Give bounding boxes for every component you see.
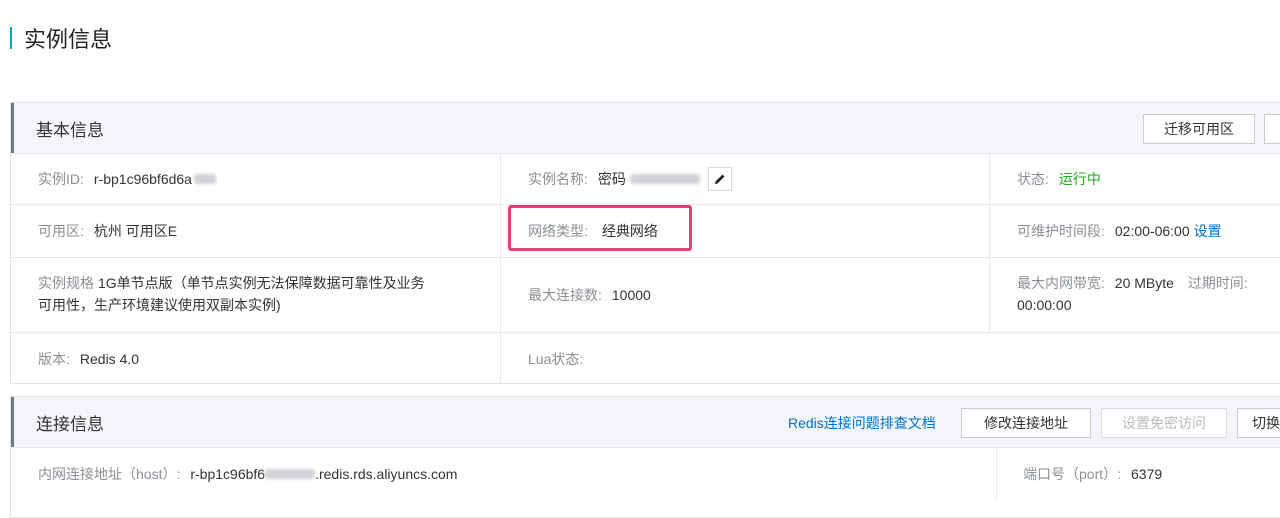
- troubleshoot-doc-link[interactable]: Redis连接问题排查文档: [788, 413, 936, 433]
- bandwidth-label: 最大内网带宽:: [1017, 275, 1105, 291]
- instance-id-value: r-bp1c96bf6d6a: [93, 171, 192, 187]
- basic-row-3: 实例规格 1G单节点版（单节点实例无法保障数据可靠性及业务 可用性，生产环境建议使…: [11, 257, 1280, 332]
- spec-cell: 实例规格 1G单节点版（单节点实例无法保障数据可靠性及业务 可用性，生产环境建议使…: [11, 258, 499, 332]
- redacted-mark: [193, 174, 216, 184]
- port-label: 端口号（port）:: [1023, 466, 1122, 482]
- migrate-zone-button[interactable]: 迁移可用区: [1143, 114, 1255, 144]
- version-cell: 版本: Redis 4.0: [11, 333, 499, 384]
- spec-line-1: 实例规格 1G单节点版（单节点实例无法保障数据可靠性及业务: [38, 272, 425, 294]
- network-type-highlight-box: [508, 205, 692, 251]
- maintenance-cell: 可维护时间段: 02:00-06:00 设置: [989, 205, 1280, 257]
- bandwidth-cell: 最大内网带宽: 20 MByte 过期时间: 00:00:00: [989, 258, 1280, 332]
- instance-name-cell: 实例名称: 密码: [500, 154, 988, 204]
- max-conn-value: 10000: [611, 287, 651, 303]
- basic-info-title: 基本信息: [36, 120, 104, 140]
- host-value-suffix: .redis.rds.aliyuncs.com: [315, 466, 458, 482]
- connection-info-header: 连接信息 Redis连接问题排查文档 修改连接地址 设置免密访问 切换: [11, 397, 1280, 447]
- port-value: 6379: [1131, 466, 1163, 482]
- version-label: 版本:: [38, 350, 70, 367]
- maintenance-settings-link[interactable]: 设置: [1194, 221, 1222, 241]
- instance-id-label: 实例ID:: [38, 171, 84, 187]
- page-title-text: 实例信息: [24, 27, 113, 52]
- lua-cell: Lua状态:: [500, 333, 988, 384]
- host-cell: 内网连接地址（host）: r-bp1c96bf6 .redis.rds.ali…: [11, 448, 995, 500]
- port-cell: 端口号（port）: 6379: [996, 448, 1280, 500]
- more-button[interactable]: ▾: [1264, 114, 1280, 144]
- spec-value-line-2: 可用性，生产环境建议使用双副本实例): [38, 297, 281, 313]
- status-badge: 运行中: [1058, 171, 1101, 187]
- basic-row-1: 实例ID: r-bp1c96bf6d6a 实例名称: 密码 状态: 运行中: [11, 153, 1280, 204]
- connection-info-section: 连接信息 Redis连接问题排查文档 修改连接地址 设置免密访问 切换 内网连接…: [10, 396, 1280, 518]
- page-title: 实例信息: [10, 24, 112, 52]
- spec-value-line-1: 1G单节点版（单节点实例无法保障数据可靠性及业务: [98, 275, 425, 291]
- maintenance-label: 可维护时间段:: [1017, 223, 1105, 239]
- status-cell: 状态: 运行中: [989, 154, 1280, 204]
- host-label: 内网连接地址（host）:: [38, 466, 181, 482]
- max-conn-label: 最大连接数:: [528, 287, 602, 303]
- instance-id-cell: 实例ID: r-bp1c96bf6d6a: [11, 154, 499, 204]
- redacted-mark: [265, 469, 316, 479]
- basic-row-4: 版本: Redis 4.0 Lua状态:: [11, 332, 1280, 384]
- status-label: 状态:: [1017, 171, 1049, 187]
- zone-value: 杭州 可用区E: [93, 223, 178, 239]
- max-conn-cell: 最大连接数: 10000: [500, 258, 988, 332]
- instance-name-value: 密码: [597, 171, 626, 187]
- bandwidth-block: 最大内网带宽: 20 MByte 过期时间: 00:00:00: [1017, 272, 1248, 316]
- maintenance-value: 02:00-06:00: [1114, 223, 1190, 239]
- modify-address-button[interactable]: 修改连接地址: [961, 408, 1091, 438]
- expire-value: 00:00:00: [1017, 297, 1072, 313]
- connection-row-1: 内网连接地址（host）: r-bp1c96bf6 .redis.rds.ali…: [11, 447, 1280, 500]
- title-accent-bar: [10, 27, 12, 49]
- bandwidth-value: 20 MByte: [1114, 275, 1174, 291]
- bandwidth-line: 最大内网带宽: 20 MByte 过期时间:: [1017, 272, 1248, 294]
- version-value: Redis 4.0: [79, 350, 140, 367]
- expire-label: 过期时间:: [1187, 275, 1248, 291]
- redacted-mark: [629, 174, 700, 184]
- switch-button[interactable]: 切换: [1237, 408, 1280, 438]
- lua-label: Lua状态:: [528, 350, 584, 367]
- spec-block: 实例规格 1G单节点版（单节点实例无法保障数据可靠性及业务 可用性，生产环境建议使…: [38, 272, 425, 316]
- passwordless-access-button[interactable]: 设置免密访问: [1101, 408, 1227, 438]
- instance-name-label: 实例名称:: [528, 171, 588, 187]
- zone-cell: 可用区: 杭州 可用区E: [11, 205, 499, 257]
- basic-info-header: 基本信息 迁移可用区 ▾: [11, 103, 1280, 153]
- spec-label: 实例规格: [38, 275, 94, 291]
- edit-name-button[interactable]: [707, 167, 732, 191]
- connection-info-title: 连接信息: [36, 414, 104, 434]
- zone-label: 可用区:: [38, 223, 84, 239]
- host-value-prefix: r-bp1c96bf6: [190, 466, 266, 482]
- pencil-icon: [714, 174, 725, 184]
